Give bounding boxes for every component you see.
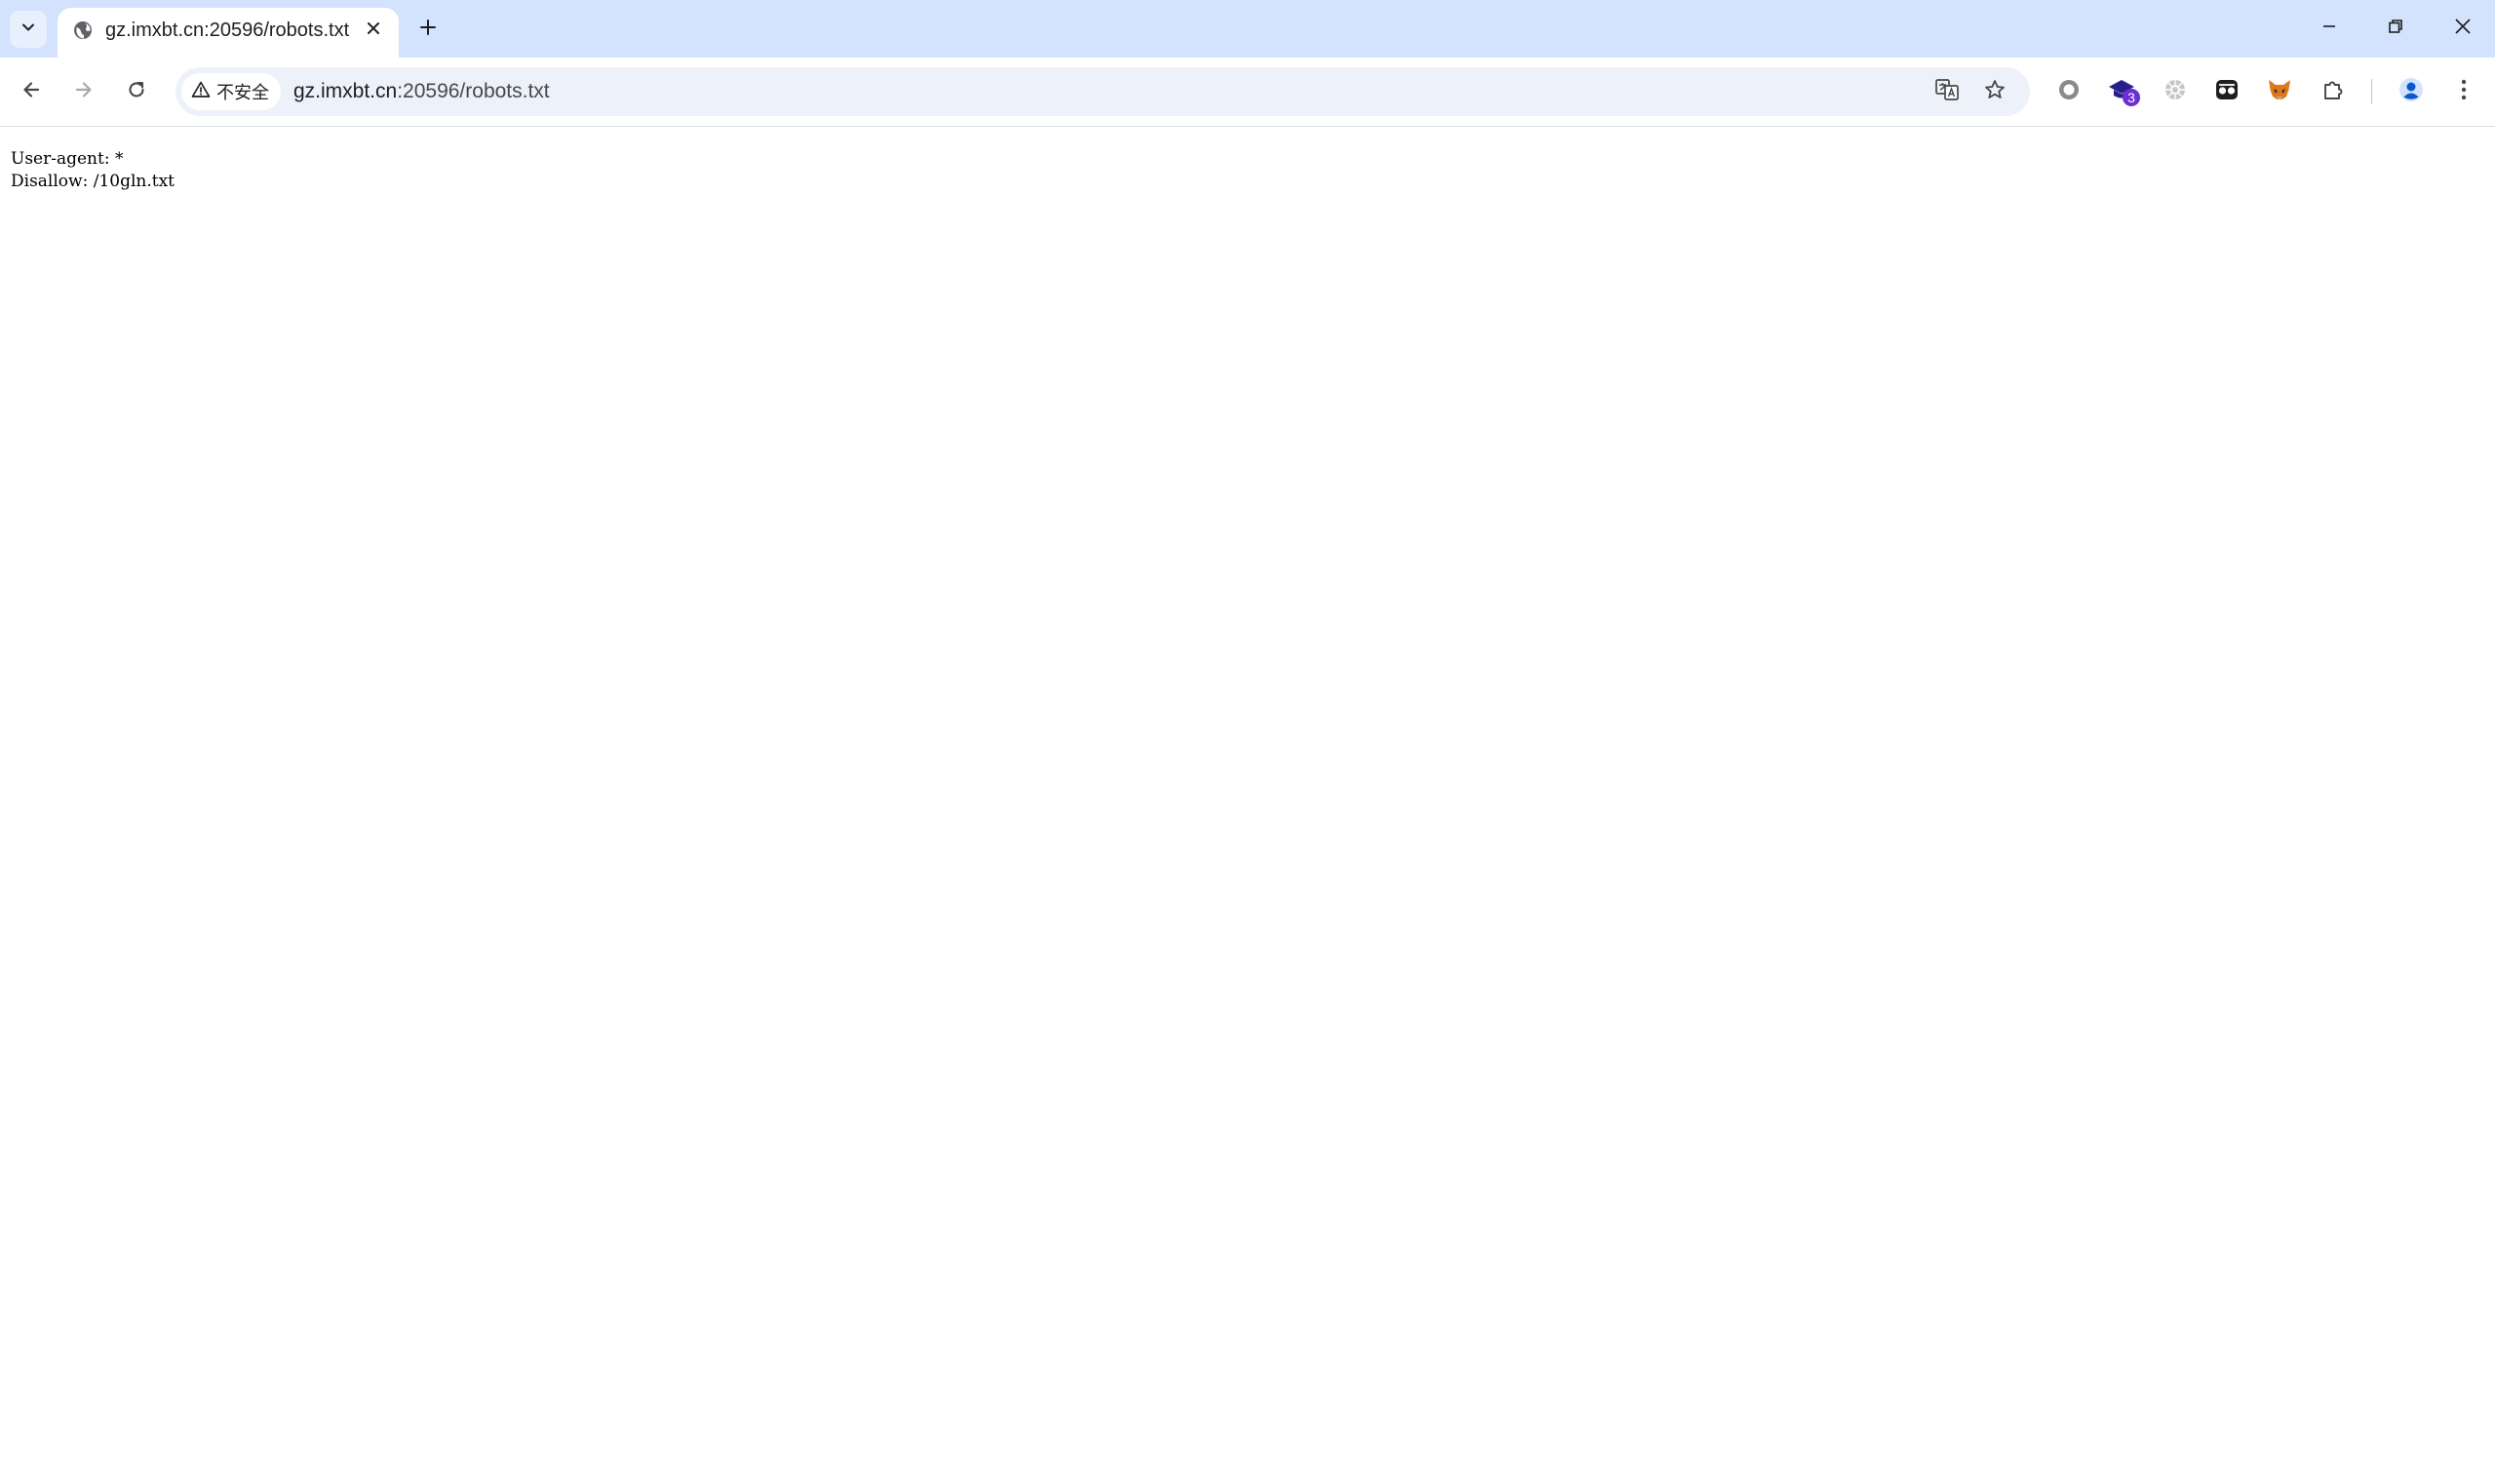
new-tab-button[interactable] <box>411 13 445 46</box>
close-icon <box>2453 17 2473 41</box>
browser-menu-button[interactable] <box>2444 72 2483 111</box>
url-text[interactable]: gz.imxbt.cn:20596/robots.txt <box>293 79 550 104</box>
star-icon <box>1983 78 2007 106</box>
extension-badge: 3 <box>2123 89 2140 106</box>
text-line: Disallow: /10gln.txt <box>11 172 175 191</box>
translate-icon <box>1934 77 1960 107</box>
arrow-left-icon <box>20 79 42 105</box>
graduation-cap-icon: 3 <box>2105 75 2140 108</box>
close-icon <box>366 20 381 41</box>
restore-icon <box>2387 18 2404 40</box>
warning-icon <box>191 80 211 104</box>
record-icon <box>2056 77 2082 107</box>
chevron-down-icon <box>19 19 37 41</box>
extension-fox-button[interactable] <box>2260 72 2299 111</box>
tab-close-button[interactable] <box>360 17 387 44</box>
url-path: :20596/robots.txt <box>397 80 550 102</box>
settings-icon <box>2163 77 2188 107</box>
restore-button[interactable] <box>2376 10 2415 47</box>
extension-record-button[interactable] <box>2049 72 2088 111</box>
security-indicator[interactable]: 不安全 <box>181 73 281 110</box>
text-line: User-agent: * <box>11 149 124 169</box>
minimize-button[interactable] <box>2310 10 2349 47</box>
reload-button[interactable] <box>115 70 158 113</box>
globe-icon <box>72 20 94 41</box>
extension-graduation-button[interactable]: 3 <box>2103 72 2142 111</box>
tab-title: gz.imxbt.cn:20596/robots.txt <box>105 20 350 41</box>
window-close-button[interactable] <box>2443 10 2482 47</box>
fox-icon <box>2266 77 2293 107</box>
tab-search-button[interactable] <box>10 11 47 48</box>
avatar-icon <box>2398 76 2425 108</box>
forward-button[interactable] <box>62 70 105 113</box>
reload-icon <box>126 79 147 105</box>
puzzle-icon <box>2320 77 2346 107</box>
bookmark-button[interactable] <box>1979 76 2010 107</box>
page-content: User-agent: * Disallow: /10gln.txt <box>0 127 2495 1484</box>
extension-incognito-button[interactable] <box>2207 72 2246 111</box>
active-tab[interactable]: gz.imxbt.cn:20596/robots.txt <box>58 8 399 58</box>
address-bar[interactable]: 不安全 gz.imxbt.cn:20596/robots.txt <box>175 67 2030 116</box>
security-label: 不安全 <box>216 83 269 102</box>
arrow-right-icon <box>73 79 95 105</box>
extensions-menu-button[interactable] <box>2314 72 2353 111</box>
extension-gear-button[interactable] <box>2156 72 2195 111</box>
plus-icon <box>418 18 438 42</box>
tab-strip: gz.imxbt.cn:20596/robots.txt <box>0 0 2495 58</box>
minimize-icon <box>2320 18 2338 40</box>
browser-toolbar: 不安全 gz.imxbt.cn:20596/robots.txt 3 <box>0 58 2495 127</box>
toolbar-divider <box>2371 79 2372 104</box>
back-button[interactable] <box>10 70 53 113</box>
profile-button[interactable] <box>2392 72 2431 111</box>
translate-button[interactable] <box>1931 76 1963 107</box>
more-vertical-icon <box>2460 78 2468 106</box>
robots-text: User-agent: * Disallow: /10gln.txt <box>11 148 175 193</box>
url-host: gz.imxbt.cn <box>293 80 398 102</box>
incognito-icon <box>2213 77 2241 107</box>
